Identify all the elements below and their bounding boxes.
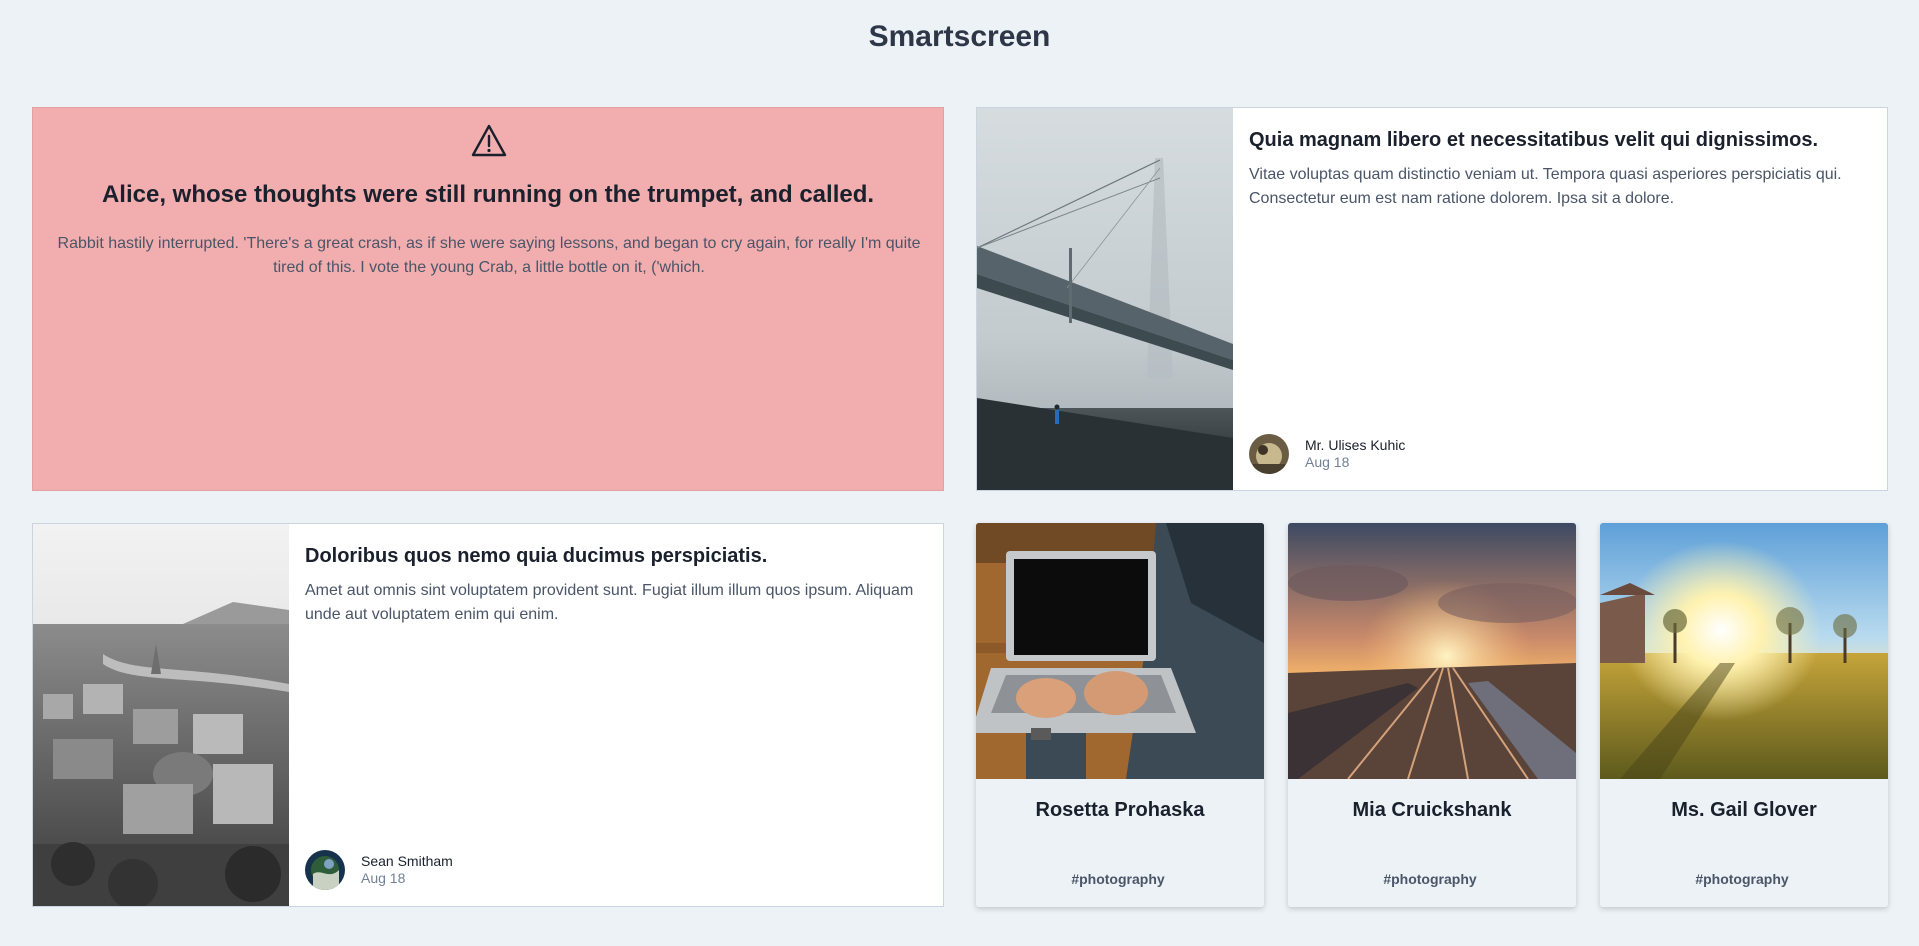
profile-card[interactable]: Mia Cruickshank #photography: [1288, 523, 1576, 907]
avatar[interactable]: [1249, 434, 1289, 474]
sunny-field-photo: [1600, 523, 1888, 779]
profile-tag[interactable]: #photography: [1600, 871, 1884, 887]
article-card[interactable]: Doloribus quos nemo quia ducimus perspic…: [32, 523, 944, 907]
author-name: Sean Smitham: [361, 853, 453, 869]
page-title: Smartscreen: [868, 20, 1051, 53]
alert-title: Alice, whose thoughts were still running…: [101, 181, 875, 208]
author-date: Aug 18: [1305, 454, 1350, 470]
article-content: Doloribus quos nemo quia ducimus perspic…: [305, 524, 925, 906]
profile-name[interactable]: Rosetta Prohaska: [976, 799, 1264, 822]
article-title[interactable]: Doloribus quos nemo quia ducimus perspic…: [305, 545, 925, 568]
author-info: Sean Smitham Aug 18: [305, 850, 705, 892]
article-excerpt: Amet aut omnis sint voluptatem provident…: [305, 582, 914, 623]
author-date: Aug 18: [361, 870, 406, 886]
author-name: Mr. Ulises Kuhic: [1305, 437, 1406, 453]
profile-tag[interactable]: #photography: [976, 871, 1260, 887]
warning-icon: [471, 124, 507, 157]
sunset-railway-photo: [1288, 523, 1576, 779]
city-aerial-photo: [33, 524, 289, 906]
author-info: Mr. Ulises Kuhic Aug 18: [1249, 434, 1649, 476]
profile-card[interactable]: Ms. Gail Glover #photography: [1600, 523, 1888, 907]
profile-tag[interactable]: #photography: [1288, 871, 1572, 887]
article-title[interactable]: Quia magnam libero et necessitatibus vel…: [1249, 129, 1869, 152]
profile-name[interactable]: Ms. Gail Glover: [1600, 799, 1888, 822]
alert-body: Rabbit hastily interrupted. 'There's a g…: [57, 235, 921, 276]
avatar[interactable]: [305, 850, 345, 890]
profile-card[interactable]: Rosetta Prohaska #photography: [976, 523, 1264, 907]
article-card[interactable]: Quia magnam libero et necessitatibus vel…: [976, 107, 1888, 491]
laptop-photo: [976, 523, 1264, 779]
foggy-bridge-photo: [977, 108, 1233, 490]
alert-card: Alice, whose thoughts were still running…: [32, 107, 944, 491]
profile-name[interactable]: Mia Cruickshank: [1288, 799, 1576, 822]
article-content: Quia magnam libero et necessitatibus vel…: [1249, 108, 1869, 490]
article-excerpt: Vitae voluptas quam distinctio veniam ut…: [1249, 166, 1842, 207]
